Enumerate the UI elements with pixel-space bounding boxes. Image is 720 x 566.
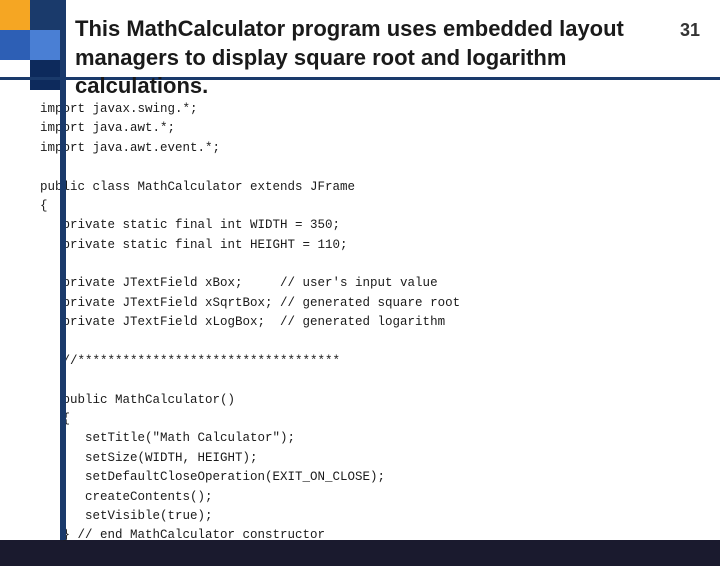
title-line2: managers to display square root and loga… (75, 45, 566, 99)
slide-title: This MathCalculator program uses embedde… (75, 15, 660, 101)
left-vertical-bar (60, 0, 66, 540)
title-line1: This MathCalculator program uses embedde… (75, 16, 624, 41)
code-block: import javax.swing.*; import java.awt.*;… (40, 100, 690, 546)
slide: This MathCalculator program uses embedde… (0, 0, 720, 540)
slide-number: 31 (680, 15, 700, 41)
slide-header: This MathCalculator program uses embedde… (0, 0, 720, 80)
code-section: import javax.swing.*; import java.awt.*;… (0, 80, 720, 566)
